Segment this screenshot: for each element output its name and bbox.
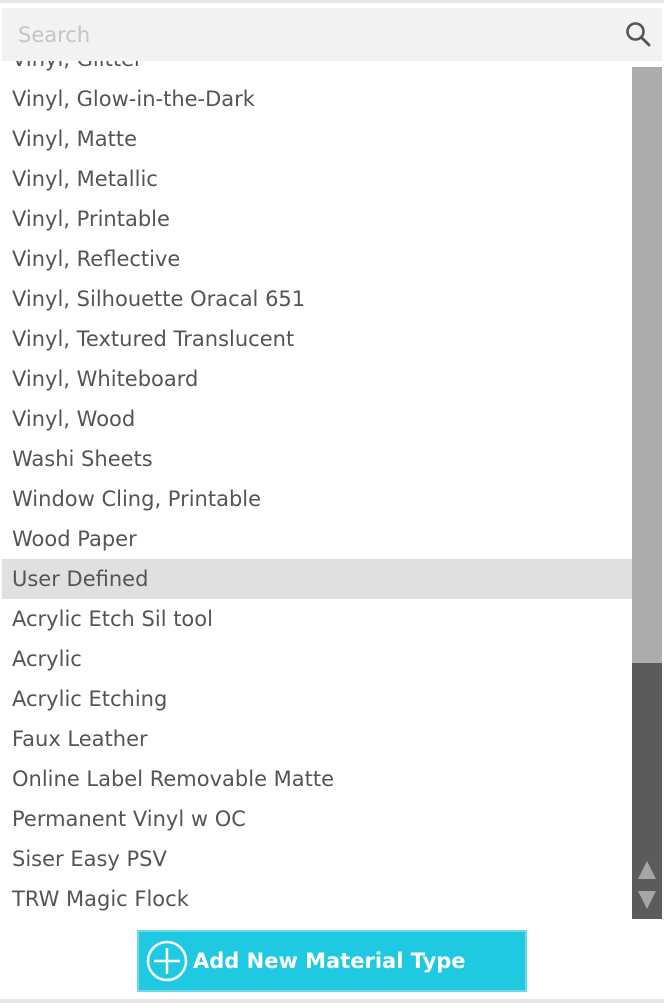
material-list-item[interactable]: Faux Leather [2,719,632,759]
material-list-items: Vinyl, GlitterVinyl, Glow-in-the-DarkVin… [2,61,632,919]
material-list-item[interactable]: Vinyl, Silhouette Oracal 651 [2,279,632,319]
material-list-item[interactable]: Window Cling, Printable [2,479,632,519]
material-list-item[interactable]: Acrylic Etch Sil tool [2,599,632,639]
scroll-down-arrow-icon[interactable] [637,889,657,911]
search-icon[interactable] [624,20,652,48]
material-list-item[interactable]: Vinyl, Metallic [2,159,632,199]
material-list-item[interactable]: Wood Paper [2,519,632,559]
material-list-item[interactable]: Acrylic Etching [2,679,632,719]
scrollbar[interactable] [632,67,662,919]
material-list-item[interactable]: Vinyl, Printable [2,199,632,239]
material-list-item[interactable]: Permanent Vinyl w OC [2,799,632,839]
material-list-item[interactable]: Acrylic [2,639,632,679]
material-list-item[interactable]: Washi Sheets [2,439,632,479]
material-list-item[interactable]: Siser Easy PSV [2,839,632,879]
material-list-item[interactable]: Online Label Removable Matte [2,759,632,799]
material-list-item[interactable]: Vinyl, Textured Translucent [2,319,632,359]
material-list-panel: Vinyl, GlitterVinyl, Glow-in-the-DarkVin… [0,0,664,1003]
material-list-item[interactable]: Vinyl, Reflective [2,239,632,279]
material-list-item[interactable]: Vinyl, Wood [2,399,632,439]
material-list-item[interactable]: User Defined [2,559,632,599]
material-list[interactable]: Vinyl, GlitterVinyl, Glow-in-the-DarkVin… [2,61,632,919]
material-list-item[interactable]: Vinyl, Whiteboard [2,359,632,399]
add-new-material-type-button[interactable]: Add New Material Type [137,930,527,992]
material-list-item[interactable]: TRW Magic Flock [2,879,632,919]
search-input[interactable] [2,8,602,61]
scrollbar-thumb[interactable] [632,67,662,663]
plus-circle-icon [146,940,188,982]
add-button-label: Add New Material Type [193,949,466,973]
material-list-item[interactable]: Vinyl, Matte [2,119,632,159]
material-list-item[interactable]: Vinyl, Glow-in-the-Dark [2,79,632,119]
search-bar [2,8,662,61]
scroll-up-arrow-icon[interactable] [637,859,657,881]
material-list-item[interactable]: Vinyl, Glitter [2,61,632,79]
